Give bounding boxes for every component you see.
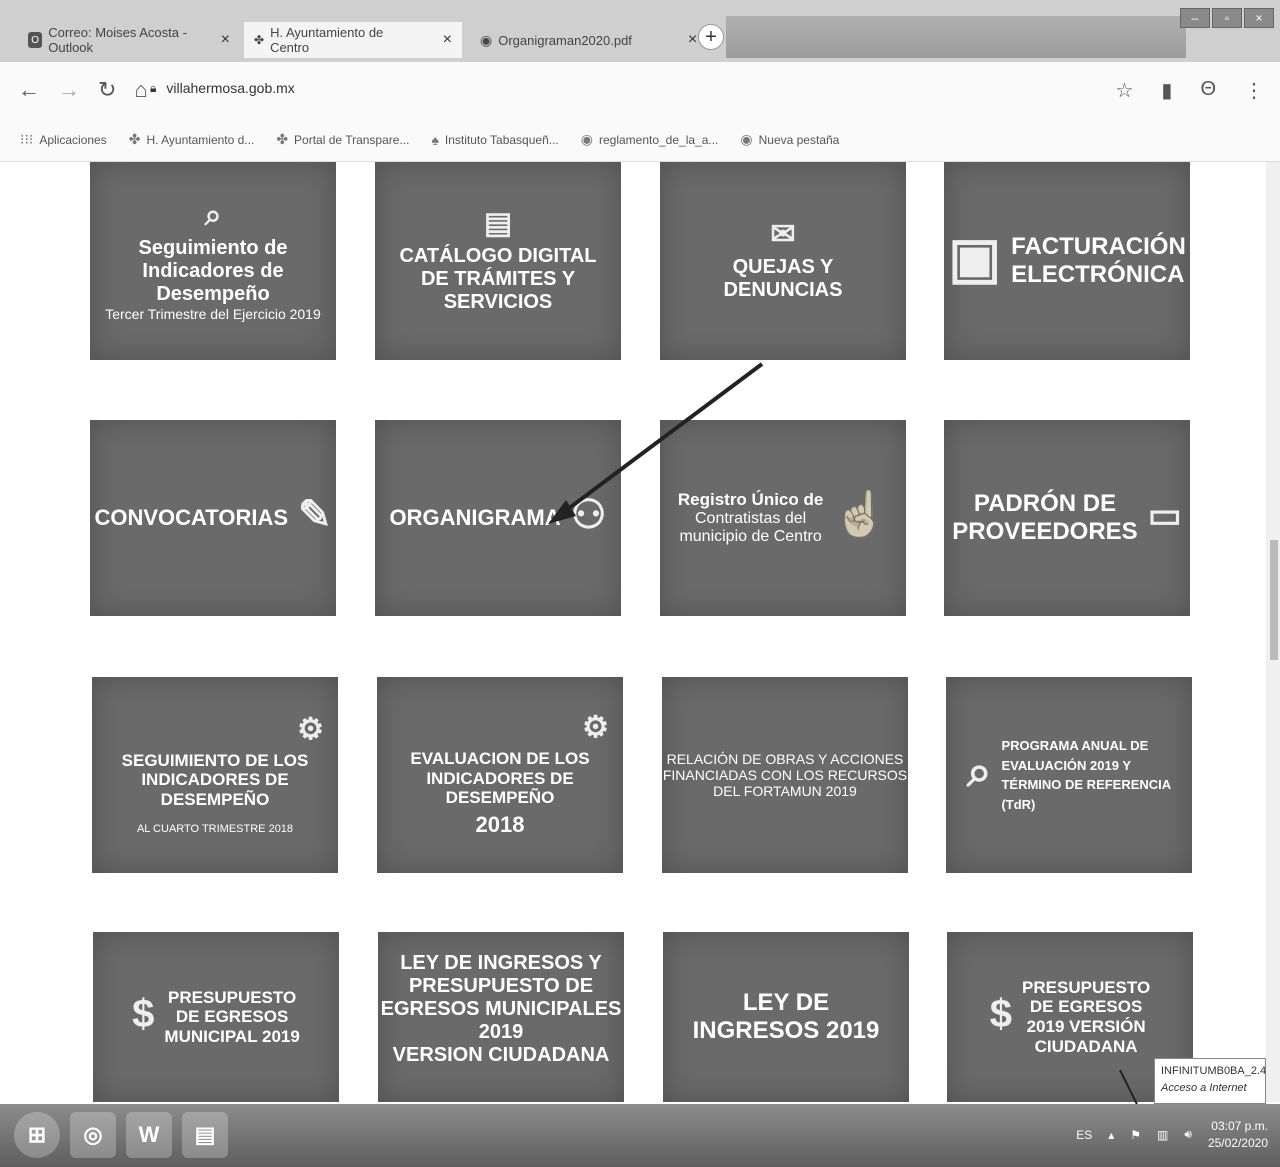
- tray-expand-icon[interactable]: ▴: [1108, 1128, 1114, 1142]
- bookmark-apps[interactable]: ⁝⁝⁝ Aplicaciones: [20, 131, 107, 148]
- globe-icon: ◉: [740, 131, 753, 147]
- apps-grid-icon: ⁝⁝⁝: [20, 131, 34, 147]
- tile-ley-ingresos-presupuesto[interactable]: LEY DE INGRESOS Y PRESUPUESTO DE EGRESOS…: [378, 932, 624, 1102]
- tab-bar: O Correo: Moises Acosta - Outlook × ✤ H.…: [0, 0, 1280, 62]
- reload-icon[interactable]: ↻: [98, 77, 116, 103]
- tab-label: Correo: Moises Acosta - Outlook: [48, 25, 187, 55]
- network-icon[interactable]: ▥: [1157, 1128, 1168, 1142]
- clock[interactable]: 03:07 p.m. 25/02/2020: [1208, 1118, 1268, 1152]
- tile-ley-ingresos-2019[interactable]: LEY DE INGRESOS 2019: [663, 932, 909, 1102]
- start-button[interactable]: ⊞: [14, 1112, 60, 1158]
- volume-icon[interactable]: 🔊︎: [1184, 1127, 1192, 1142]
- tile-seguimiento-2019[interactable]: ⌕ Seguimiento de Indicadores de Desempeñ…: [90, 162, 336, 360]
- maximize-icon[interactable]: ▫: [1212, 8, 1242, 28]
- url-field[interactable]: 🔒︎ villahermosa.gob.mx: [150, 80, 295, 96]
- menu-icon[interactable]: ⋮: [1244, 78, 1264, 103]
- page-content: ⌕ Seguimiento de Indicadores de Desempeñ…: [0, 162, 1280, 1102]
- flame-icon: ♠: [431, 131, 439, 148]
- close-icon[interactable]: ×: [221, 31, 230, 49]
- org-chart-icon: ⚇: [570, 493, 607, 537]
- network-tooltip: INFINITUMB0BA_2.4 Acceso a Internet: [1154, 1058, 1266, 1104]
- flag-icon[interactable]: ⚑: [1130, 1128, 1141, 1142]
- back-icon[interactable]: ←: [18, 77, 40, 103]
- url-text: villahermosa.gob.mx: [166, 80, 295, 96]
- money-hand-icon: $: [989, 992, 1013, 1036]
- new-tab-button[interactable]: +: [698, 24, 724, 50]
- tab-ayuntamiento[interactable]: ✤ H. Ayuntamiento de Centro ×: [244, 22, 462, 58]
- tab-organigrama-pdf[interactable]: ◉ Organigraman2020.pdf ×: [470, 22, 697, 58]
- files-taskbar-icon[interactable]: ▤: [182, 1112, 228, 1158]
- tile-convocatorias[interactable]: CONVOCATORIAS ✎: [90, 420, 336, 616]
- tile-seguimiento-2018[interactable]: ⚙ SEGUIMIENTO DE LOS INDICADORES DE DESE…: [92, 677, 338, 873]
- close-icon[interactable]: ×: [688, 31, 697, 49]
- monitor-icon: ▣: [948, 226, 1002, 289]
- tile-organigrama[interactable]: ORGANIGRAMA ⚇: [375, 420, 621, 616]
- home-icon[interactable]: ⌂: [134, 77, 147, 103]
- box-hand-icon: ▭: [1147, 494, 1182, 535]
- tile-facturacion[interactable]: ▣ FACTURACIÓN ELECTRÓNICA: [944, 162, 1190, 360]
- mailbox-icon: ✉: [770, 218, 796, 251]
- scrollbar-thumb[interactable]: [1270, 540, 1278, 660]
- star-icon[interactable]: ☆: [1115, 78, 1133, 103]
- report-search-icon: ⌕: [204, 198, 222, 232]
- clipboard-gear-icon: ⚙: [297, 712, 324, 746]
- tile-relacion-obras[interactable]: RELACIÓN DE OBRAS Y ACCIONES FINANCIADAS…: [662, 677, 908, 873]
- bookmark-reglamento[interactable]: ◉ reglamento_de_la_a...: [581, 131, 719, 148]
- close-window-icon[interactable]: ×: [1244, 8, 1274, 28]
- extension-icon[interactable]: ▮: [1161, 78, 1172, 103]
- clipboard-gear-icon: ⚙: [582, 711, 609, 745]
- word-taskbar-icon[interactable]: W: [126, 1112, 172, 1158]
- tile-presupuesto-2019[interactable]: $ PRESUPUESTO DE EGRESOS MUNICIPAL 2019: [93, 932, 339, 1102]
- lock-icon: 🔒︎: [150, 80, 157, 95]
- bookmarks-bar: ⁝⁝⁝ Aplicaciones ✤ H. Ayuntamiento d... ✤ P…: [0, 118, 1280, 162]
- palm-icon: ✤: [276, 131, 289, 147]
- globe-icon: ◉: [480, 31, 493, 48]
- profile-icon[interactable]: Θ: [1200, 78, 1216, 103]
- tile-registro-contratistas[interactable]: Registro Único de Contratistas del munic…: [660, 420, 906, 616]
- tile-quejas-denuncias[interactable]: ✉ QUEJAS Y DENUNCIAS: [660, 162, 906, 360]
- taskbar: ⊞ ◎ W ▤ ES ▴ ⚑ ▥ 🔊︎ 03:07 p.m. 25/02/202…: [0, 1104, 1280, 1167]
- palm-icon: ✤: [254, 33, 265, 47]
- hand-pointer-icon: ☝: [833, 490, 889, 539]
- language-indicator[interactable]: ES: [1076, 1128, 1092, 1142]
- tab-label: Organigraman2020.pdf: [498, 32, 632, 48]
- globe-icon: ◉: [580, 131, 593, 147]
- bookmark-nueva-pestana[interactable]: ◉ Nueva pestaña: [740, 131, 839, 148]
- minimize-icon[interactable]: –: [1180, 8, 1210, 28]
- tab-outlook[interactable]: O Correo: Moises Acosta - Outlook ×: [18, 22, 240, 58]
- money-hand-icon: $: [132, 992, 155, 1036]
- outlook-icon: O: [28, 32, 43, 48]
- tabstrip-background: [726, 16, 1186, 58]
- tile-catalogo-digital[interactable]: ▤ CATÁLOGO DIGITAL DE TRÁMITES Y SERVICI…: [375, 162, 621, 360]
- tile-programa-anual[interactable]: ⌕ PROGRAMA ANUAL DE EVALUACIÓN 2019 Y TÉ…: [946, 677, 1192, 873]
- palm-icon: ✤: [128, 131, 141, 147]
- tile-padron-proveedores[interactable]: PADRÓN DE PROVEEDORES ▭: [944, 420, 1190, 616]
- clipboard-magnifier-icon: ⌕: [966, 747, 992, 796]
- address-bar: ← → ↻ ⌂ 🔒︎ villahermosa.gob.mx ☆ ▮ Θ ⋮: [0, 62, 1280, 118]
- close-icon[interactable]: ×: [443, 31, 452, 49]
- chrome-taskbar-icon[interactable]: ◎: [70, 1112, 116, 1158]
- bookmark-instituto[interactable]: ♠ Instituto Tabasqueñ...: [431, 132, 558, 148]
- tile-evaluacion-2018[interactable]: ⚙ EVALUACION DE LOS INDICADORES DE DESEM…: [377, 677, 623, 873]
- bookmark-portal[interactable]: ✤ Portal de Transpare...: [276, 131, 409, 148]
- bookmark-ayuntamiento[interactable]: ✤ H. Ayuntamiento d...: [129, 131, 255, 148]
- document-pen-icon: ✎: [298, 493, 332, 537]
- tab-label: H. Ayuntamiento de Centro: [270, 25, 384, 55]
- window-controls: – ▫ ×: [1180, 8, 1274, 28]
- system-tray: ES ▴ ⚑ ▥ 🔊︎ 03:07 p.m. 25/02/2020: [1076, 1118, 1268, 1152]
- documents-icon: ▤: [483, 206, 513, 240]
- forward-icon[interactable]: →: [58, 77, 80, 103]
